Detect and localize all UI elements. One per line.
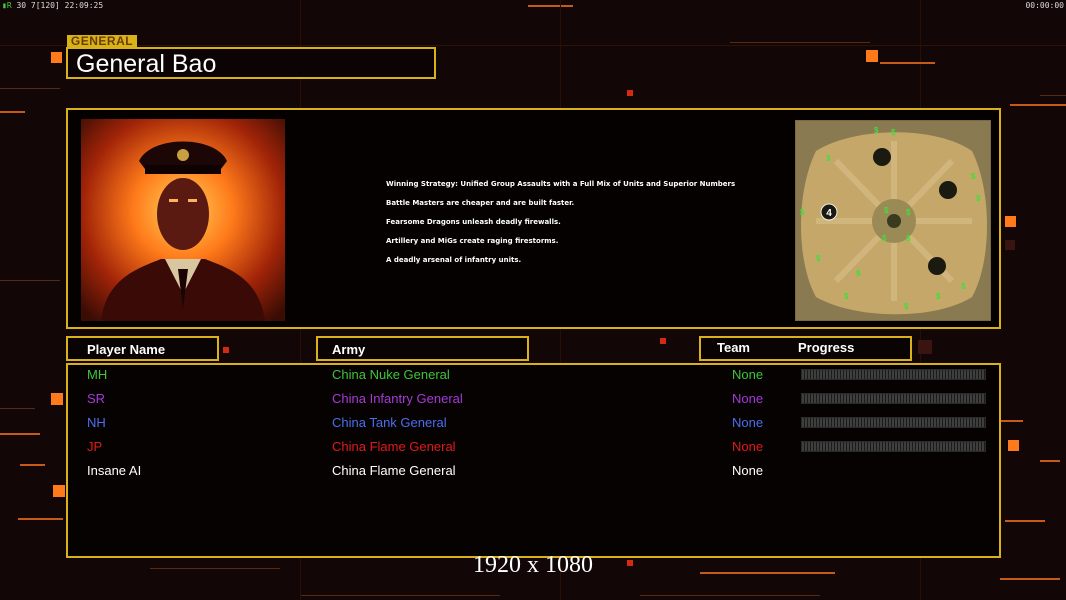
general-title-box: General Bao — [66, 47, 436, 79]
svg-text:$: $ — [816, 254, 821, 263]
player-army: China Flame General — [332, 439, 456, 454]
player-team: None — [732, 415, 764, 430]
svg-text:$: $ — [884, 206, 889, 215]
general-info-panel: Winning Strategy: Unified Group Assaults… — [66, 108, 1001, 329]
player-name: MH — [87, 367, 108, 382]
map-preview: 4 $ $ $ $ $ $ $ $ $ $ $ $ $ $ $ $ — [795, 120, 991, 321]
svg-text:$: $ — [906, 234, 911, 243]
player-name: NH — [87, 415, 106, 430]
team-header-label: Team — [717, 340, 750, 355]
hud-status-right: 00:00:00 — [1025, 1, 1064, 10]
svg-text:$: $ — [971, 172, 976, 181]
player-name-header-label: Player Name — [87, 342, 166, 357]
progress-bar — [801, 441, 986, 452]
start-position-number: 4 — [826, 208, 832, 219]
player-row: SR China Infantry General None — [68, 389, 1003, 411]
army-header-label: Army — [332, 342, 366, 357]
players-panel: MH China Nuke General None SR China Infa… — [66, 363, 1001, 558]
svg-text:$: $ — [904, 302, 909, 311]
strategy-line: Fearsome Dragons unleash deadly firewall… — [386, 218, 561, 226]
army-header: Army — [316, 336, 529, 361]
player-row: MH China Nuke General None — [68, 365, 1003, 387]
general-portrait — [81, 119, 285, 321]
svg-text:$: $ — [882, 234, 887, 243]
player-row: Insane AI China Flame General None — [68, 461, 1003, 483]
player-name: SR — [87, 391, 106, 406]
svg-text:$: $ — [826, 154, 831, 163]
player-team: None — [732, 463, 764, 478]
strategy-line: Winning Strategy: Unified Group Assaults… — [386, 180, 736, 188]
svg-text:$: $ — [874, 126, 879, 135]
svg-text:$: $ — [976, 194, 981, 203]
strategy-line: Battle Masters are cheaper and are built… — [386, 199, 575, 207]
strategy-line: A deadly arsenal of infantry units. — [386, 256, 522, 264]
progress-bar — [801, 417, 986, 428]
player-row: JP China Flame General None — [68, 437, 1003, 459]
svg-text:$: $ — [891, 128, 896, 137]
player-army: China Nuke General — [332, 367, 450, 382]
svg-text:$: $ — [856, 269, 861, 278]
strategy-line: Artillery and MiGs create raging firesto… — [386, 237, 559, 245]
hud-status-left: ▮R 30 7[120] 22:09:25 — [2, 1, 103, 10]
hud-status-text: 30 7[120] 22:09:25 — [16, 1, 104, 10]
player-row: NH China Tank General None — [68, 413, 1003, 435]
progress-bar — [801, 393, 986, 404]
player-name: Insane AI — [87, 463, 142, 478]
general-name: General Bao — [76, 50, 217, 78]
progress-bar — [801, 369, 986, 380]
strategy-text: Winning Strategy: Unified Group Assaults… — [386, 180, 806, 275]
svg-text:$: $ — [800, 208, 805, 217]
player-name-header: Player Name — [66, 336, 219, 361]
team-progress-header: Team Progress — [699, 336, 912, 361]
player-army: China Infantry General — [332, 391, 463, 406]
player-team: None — [732, 391, 764, 406]
svg-text:$: $ — [906, 208, 911, 217]
svg-text:$: $ — [961, 282, 966, 291]
progress-header-label: Progress — [798, 340, 855, 355]
resolution-label: 1920 x 1080 — [473, 552, 593, 578]
player-team: None — [732, 367, 764, 382]
player-army: China Tank General — [332, 415, 447, 430]
svg-text:$: $ — [936, 292, 941, 301]
player-name: JP — [87, 439, 103, 454]
hud-status-indicator: ▮R — [2, 1, 12, 10]
svg-text:$: $ — [844, 292, 849, 301]
player-army: China Flame General — [332, 463, 456, 478]
player-team: None — [732, 439, 764, 454]
